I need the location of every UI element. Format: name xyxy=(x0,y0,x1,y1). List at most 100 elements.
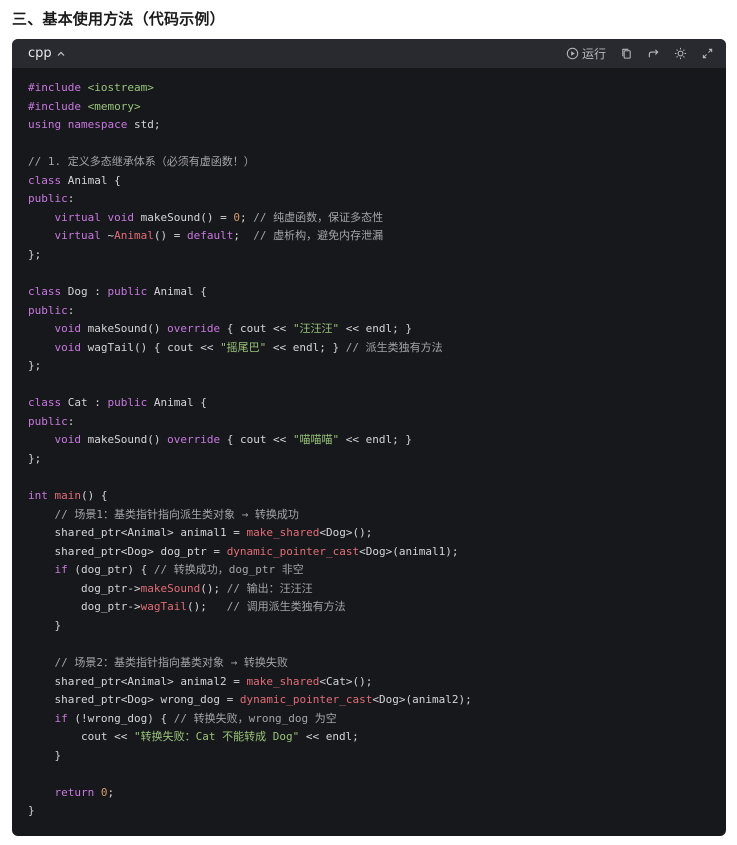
run-label: 运行 xyxy=(581,47,606,61)
code-token: () xyxy=(147,322,168,336)
code-token: <Dog>(animal2); xyxy=(372,693,472,707)
code-token: makeSound xyxy=(87,433,148,447)
code-token: void xyxy=(28,433,88,447)
section-heading: 三、基本使用方法（代码示例） xyxy=(12,10,225,28)
code-token: using namespace xyxy=(28,118,134,132)
code-line: class Dog : public Animal { xyxy=(28,283,710,302)
code-token: return xyxy=(28,785,101,799)
code-token: public xyxy=(28,303,68,317)
code-token: () { xyxy=(81,489,108,503)
code-line: }; xyxy=(28,357,710,376)
play-icon xyxy=(566,47,579,60)
code-token: makeSound xyxy=(140,210,201,224)
code-line: virtual ~Animal() = default; // 虚析构，避免内存… xyxy=(28,227,710,246)
code-token: } xyxy=(28,804,35,818)
code-token: cout << xyxy=(28,730,134,744)
code-token: std; xyxy=(133,118,161,132)
code-token: override xyxy=(167,322,227,336)
code-token: }; xyxy=(28,359,42,373)
code-block: cpp 运行 #include <iostream> #include <memo… xyxy=(12,39,726,836)
redirect-button[interactable] xyxy=(647,47,660,60)
chevron-up-icon xyxy=(57,51,65,56)
code-token: #include xyxy=(28,81,88,94)
code-line: } xyxy=(28,802,710,821)
copy-button[interactable] xyxy=(620,47,633,60)
code-line: shared_ptr<Animal> animal2 = make_shared… xyxy=(28,673,710,692)
code-token: () xyxy=(147,433,168,447)
code-token: <Dog>(animal1); xyxy=(359,544,459,558)
code-line: class Cat : public Animal { xyxy=(28,394,710,413)
code-token: public xyxy=(107,285,154,299)
code-token: { cout << xyxy=(226,433,293,447)
code-token: wagTail xyxy=(87,340,134,354)
redirect-icon xyxy=(648,49,659,58)
code-token: #include xyxy=(28,99,88,113)
code-line: } xyxy=(28,617,710,636)
code-toolbar: cpp 运行 xyxy=(12,39,726,68)
code-token: Dog : xyxy=(67,285,108,299)
code-token: 0 xyxy=(233,210,240,224)
code-token: shared_ptr<Dog> wrong_dog = xyxy=(28,693,240,707)
code-token: ; xyxy=(239,210,254,224)
code-line: #include <iostream> xyxy=(28,79,710,98)
code-token: // 纯虚函数，保证多态性 xyxy=(253,210,384,224)
code-line: if (dog_ptr) { // 转换成功，dog_ptr 非空 xyxy=(28,561,710,580)
code-token: makeSound xyxy=(87,322,148,336)
code-token: () = xyxy=(153,229,187,243)
code-line: }; xyxy=(28,246,710,265)
code-token: // 派生类独有方法 xyxy=(345,340,443,354)
code-token: "汪汪汪" xyxy=(292,322,340,336)
copy-icon xyxy=(622,48,631,59)
code-line: void wagTail() { cout << "摇尾巴" << endl; … xyxy=(28,339,710,358)
code-token: ; xyxy=(107,785,115,799)
code-line: class Animal { xyxy=(28,172,710,191)
code-token: <iostream> xyxy=(87,81,154,94)
code-token: : xyxy=(67,303,75,317)
code-token: int xyxy=(28,489,55,503)
code-token: make_shared xyxy=(246,526,320,540)
language-toggle[interactable]: cpp xyxy=(28,46,66,61)
code-token: "转换失败：Cat 不能转成 Dog" xyxy=(133,730,300,744)
code-token: "摇尾巴" xyxy=(220,340,267,354)
code-line: // 场景2：基类指针指向基类对象 → 转换失败 xyxy=(28,654,710,673)
code-line: } xyxy=(28,747,710,766)
language-label: cpp xyxy=(28,46,52,61)
code-line: dog_ptr->makeSound(); // 输出：汪汪汪 xyxy=(28,580,710,599)
code-token: << endl; } xyxy=(266,340,346,354)
code-token: }; xyxy=(28,451,42,465)
expand-button[interactable] xyxy=(701,47,714,60)
run-button[interactable]: 运行 xyxy=(566,45,606,62)
code-token: () { cout << xyxy=(133,340,221,354)
code-token: dog_ptr-> xyxy=(28,581,141,595)
code-token: ; xyxy=(233,229,254,243)
code-token: Cat : xyxy=(67,396,108,410)
code-token: <memory> xyxy=(87,99,141,113)
code-token: virtual xyxy=(28,229,108,243)
code-line: dog_ptr->wagTail(); // 调用派生类独有方法 xyxy=(28,598,710,617)
code-token: // 1. 定义多态继承体系（必须有虚函数！） xyxy=(28,155,255,169)
code-token: if xyxy=(28,563,75,577)
code-token: // 转换成功，dog_ptr 非空 xyxy=(153,563,304,577)
code-token: (); xyxy=(200,581,227,595)
code-token: } xyxy=(28,618,62,632)
code-token: << endl; xyxy=(299,730,359,744)
code-line: public: xyxy=(28,413,710,432)
code-line: using namespace std; xyxy=(28,116,710,135)
code-token: class xyxy=(28,396,68,410)
expand-icon xyxy=(702,48,713,59)
code-line: virtual void makeSound() = 0; // 纯虚函数，保证… xyxy=(28,209,710,228)
code-token: <Cat>(); xyxy=(319,674,373,688)
code-line: if (!wrong_dog) { // 转换失败，wrong_dog 为空 xyxy=(28,710,710,729)
code-token: // 场景2：基类指针指向基类对象 → 转换失败 xyxy=(28,655,288,669)
code-token: dynamic_pointer_cast xyxy=(239,693,373,707)
code-content: #include <iostream> #include <memory> usin… xyxy=(12,68,726,821)
code-line: void makeSound() override { cout << "喵喵喵… xyxy=(28,431,710,450)
theme-icon xyxy=(674,47,687,60)
code-token: (!wrong_dog) { xyxy=(74,711,174,725)
code-line: cout << "转换失败：Cat 不能转成 Dog" << endl; xyxy=(28,728,710,747)
theme-toggle[interactable] xyxy=(674,47,687,60)
code-token: public xyxy=(28,414,68,428)
